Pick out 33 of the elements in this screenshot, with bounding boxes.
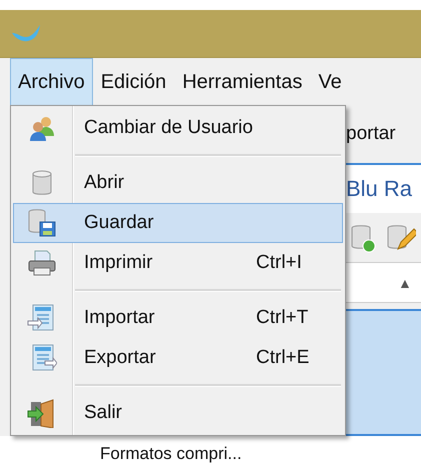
- option-label: Abrir: [84, 171, 126, 195]
- sort-arrow: ▲: [398, 274, 412, 291]
- option-label: Guardar: [84, 211, 155, 235]
- menu-option[interactable]: Importar Ctrl+T: [13, 298, 343, 338]
- shortcut-text: Ctrl+I: [256, 251, 302, 275]
- shortcut-text: Ctrl+T: [256, 306, 308, 330]
- menu-option[interactable]: Abrir: [13, 163, 343, 203]
- menu-option[interactable]: Guardar: [13, 203, 343, 243]
- menu-option[interactable]: Exportar Ctrl+E: [13, 338, 343, 378]
- option-label: Importar: [84, 306, 156, 330]
- menu-option[interactable]: Salir: [13, 393, 343, 433]
- option-label: Imprimir: [84, 251, 154, 275]
- database-icon: [31, 169, 53, 197]
- shortcut-text: Ctrl+E: [256, 346, 310, 370]
- users-icon: [28, 114, 56, 142]
- section-heading: Blu Ra: [346, 176, 412, 202]
- printer-icon: [27, 249, 57, 277]
- list-item-text: Formatos compri...: [100, 444, 242, 464]
- menu-item[interactable]: Archivo: [10, 58, 93, 106]
- database-edit-icon[interactable]: [386, 222, 416, 253]
- menu-item[interactable]: Ve: [310, 58, 350, 106]
- option-label: Exportar: [84, 346, 157, 370]
- option-label: Cambiar de Usuario: [84, 116, 254, 140]
- selected-row[interactable]: [346, 309, 421, 436]
- menu-option[interactable]: Cambiar de Usuario: [13, 108, 343, 148]
- menu-item[interactable]: Edición: [92, 58, 174, 106]
- toolbar-button[interactable]: portar: [346, 123, 396, 146]
- menu-item[interactable]: Herramientas: [174, 58, 310, 106]
- database-save-icon: [27, 208, 57, 238]
- database-add-icon[interactable]: [350, 222, 376, 253]
- option-label: Salir: [84, 401, 124, 425]
- menu-option[interactable]: Imprimir Ctrl+I: [13, 243, 343, 283]
- column-header[interactable]: ▲: [346, 262, 421, 304]
